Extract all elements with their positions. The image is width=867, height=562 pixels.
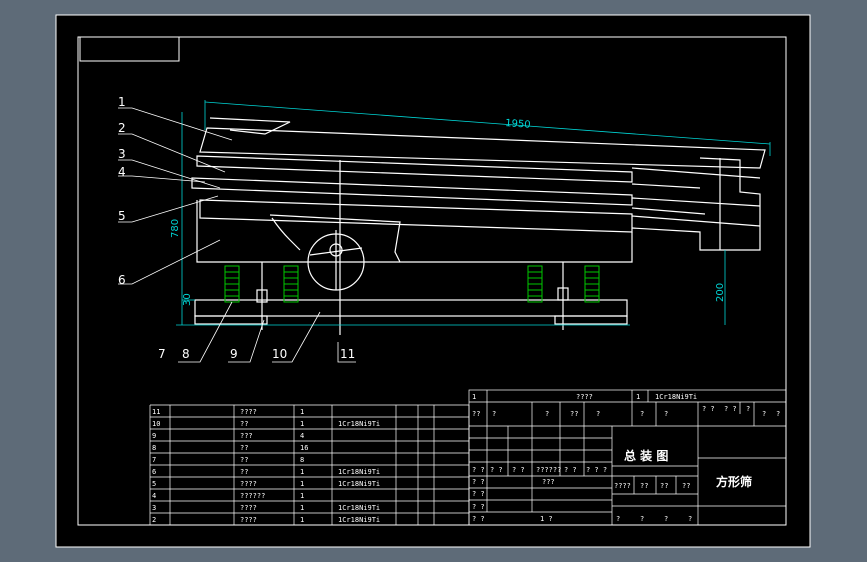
svg-text:??: ?? [570,410,578,418]
bom-cell: 1 [300,492,304,500]
svg-text:???: ??? [542,478,555,486]
bom-cell: ??? [240,432,253,440]
callout-8: 8 [182,347,190,361]
svg-text:1: 1 [472,393,476,401]
drawing-sheet [55,14,811,548]
bom-cell: 1 [300,480,304,488]
bom-cell: 1 [300,516,304,524]
bom-cell: 11 [152,408,160,416]
bom-cell: 1 [300,468,304,476]
bom-cell: 1Cr18Ni9Ti [338,516,380,524]
svg-text:?: ? [776,410,780,418]
bom-cell: 1 [300,408,304,416]
callout-3: 3 [118,147,126,161]
svg-text:??: ?? [660,482,668,490]
callout-7: 7 [158,347,166,361]
callout-4: 4 [118,165,126,179]
bom-cell: 4 [300,432,304,440]
svg-text:??: ?? [682,482,690,490]
drawing-title: 总 装 图 [624,448,668,463]
dim-base: 30 [182,293,193,306]
product-name: 方形筛 [716,474,752,489]
bom-cell: ?? [240,420,248,428]
bom-cell: 8 [300,456,304,464]
callout-10: 10 [272,347,287,361]
bom-cell: 1Cr18Ni9Ti [338,504,380,512]
callout-9: 9 [230,347,238,361]
svg-text:1 ?: 1 ? [540,515,553,523]
svg-text:????: ???? [614,482,631,490]
svg-text:?: ? [640,410,644,418]
svg-text:? ?: ? ? [472,478,485,486]
dim-height: 780 [170,219,181,238]
svg-text:1Cr18Ni9Ti: 1Cr18Ni9Ti [655,393,697,401]
svg-text:? ?: ? ? [702,405,715,413]
callout-1: 1 [118,95,126,109]
svg-text:? ?: ? ? [490,466,503,474]
bom-cell: ?? [240,456,248,464]
bom-cell: 3 [152,504,156,512]
bom-cell: ???? [240,504,257,512]
bom-cell: ???? [240,408,257,416]
dim-length: 1950 [505,118,531,131]
svg-text:????: ???? [576,393,593,401]
svg-text:??: ?? [472,410,480,418]
svg-text:? ?: ? ? [564,466,577,474]
drawing-canvas: 1950 780 30 200 1 2 3 4 5 6 7 8 9 10 11 … [55,14,811,548]
svg-text:?: ? [746,405,750,413]
bom-cell: 1Cr18Ni9Ti [338,480,380,488]
bom-cell: ?? [240,444,248,452]
callout-5: 5 [118,209,126,223]
svg-text:??: ?? [640,482,648,490]
svg-text:?: ? [596,410,600,418]
svg-text:??????: ?????? [536,466,561,474]
bom-cell: ???? [240,516,257,524]
svg-text:? ? ?: ? ? ? [586,466,607,474]
callout-11: 11 [340,347,355,361]
bom-cell: 6 [152,468,156,476]
callout-2: 2 [118,121,126,135]
bom-cell: 10 [152,420,160,428]
svg-text:?: ? [640,515,644,523]
bom-cell: 4 [152,492,156,500]
bom-cell: ?? [240,468,248,476]
bom-cell: 1 [300,504,304,512]
svg-text:?: ? [664,410,668,418]
bom-cell: 16 [300,444,308,452]
bom-cell: 9 [152,432,156,440]
svg-text:? ?: ? ? [472,490,485,498]
svg-text:?: ? [492,410,496,418]
bom-cell: 1 [300,420,304,428]
bom-cell: 1Cr18Ni9Ti [338,468,380,476]
bom-cell: 5 [152,480,156,488]
svg-text:1: 1 [636,393,640,401]
bom-cell: ?????? [240,492,265,500]
svg-text:?: ? [545,410,549,418]
svg-text:?: ? [688,515,692,523]
svg-text:?: ? [762,410,766,418]
bom-cell: 7 [152,456,156,464]
dim-right: 200 [715,283,726,302]
svg-text:?: ? [664,515,668,523]
svg-text:? ?: ? ? [472,466,485,474]
bom-cell: 2 [152,516,156,524]
svg-text:? ?: ? ? [724,405,737,413]
svg-text:? ?: ? ? [472,503,485,511]
callout-6: 6 [118,273,126,287]
bom-cell: 8 [152,444,156,452]
svg-text:? ?: ? ? [512,466,525,474]
svg-text:?: ? [616,515,620,523]
bom-cell: ???? [240,480,257,488]
bom-cell: 1Cr18Ni9Ti [338,420,380,428]
svg-text:? ?: ? ? [472,515,485,523]
